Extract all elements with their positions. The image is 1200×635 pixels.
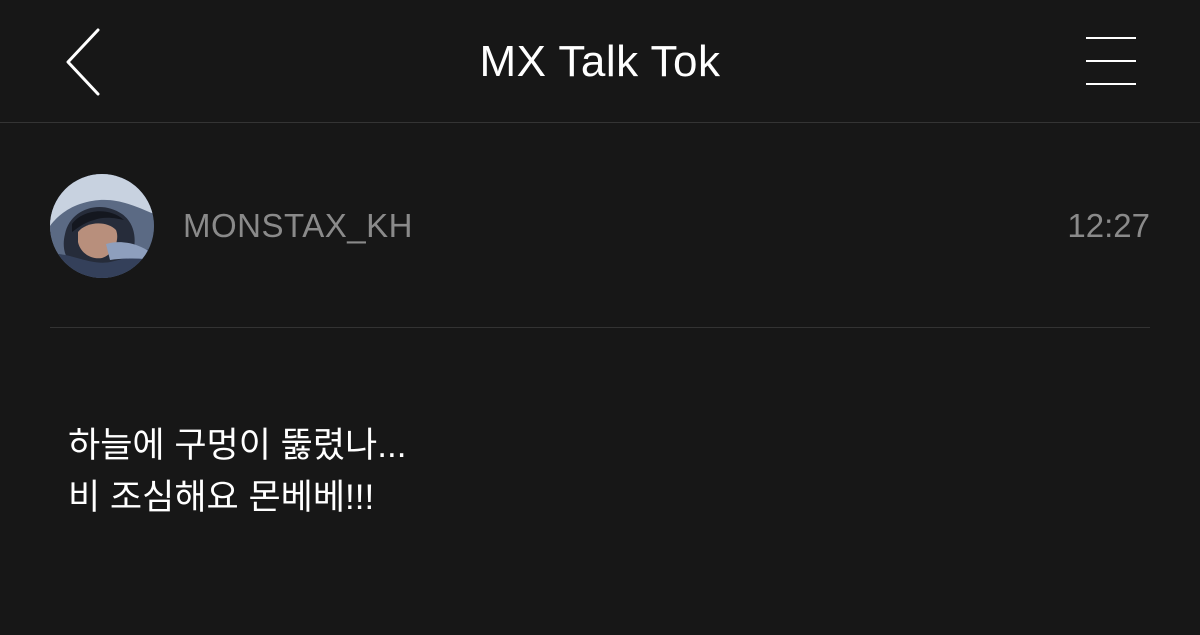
message-line-1: 하늘에 구멍이 뚫렸나... (68, 426, 407, 465)
menu-button[interactable] (1078, 30, 1144, 92)
post-timestamp: 12:27 (1067, 207, 1150, 244)
username[interactable]: MONSTAX_KH (183, 206, 413, 246)
post-author-row: MONSTAX_KH 12:27 (50, 172, 1150, 280)
post-message: 하늘에 구멍이 뚫렸나... 비 조심해요 몬베베!!! (68, 420, 1128, 524)
top-bar: MX Talk Tok (0, 0, 1200, 123)
divider (50, 327, 1150, 328)
avatar[interactable] (50, 174, 154, 278)
profile-photo-icon (50, 174, 154, 278)
app-screen: MX Talk Tok MONSTAX_KH 12:27 하늘에 구멍이 뚫렸나… (0, 0, 1200, 635)
message-line-2: 비 조심해요 몬베베!!! (68, 478, 375, 517)
back-button[interactable] (58, 24, 110, 100)
page-title: MX Talk Tok (479, 37, 721, 86)
chevron-left-icon (66, 28, 100, 96)
